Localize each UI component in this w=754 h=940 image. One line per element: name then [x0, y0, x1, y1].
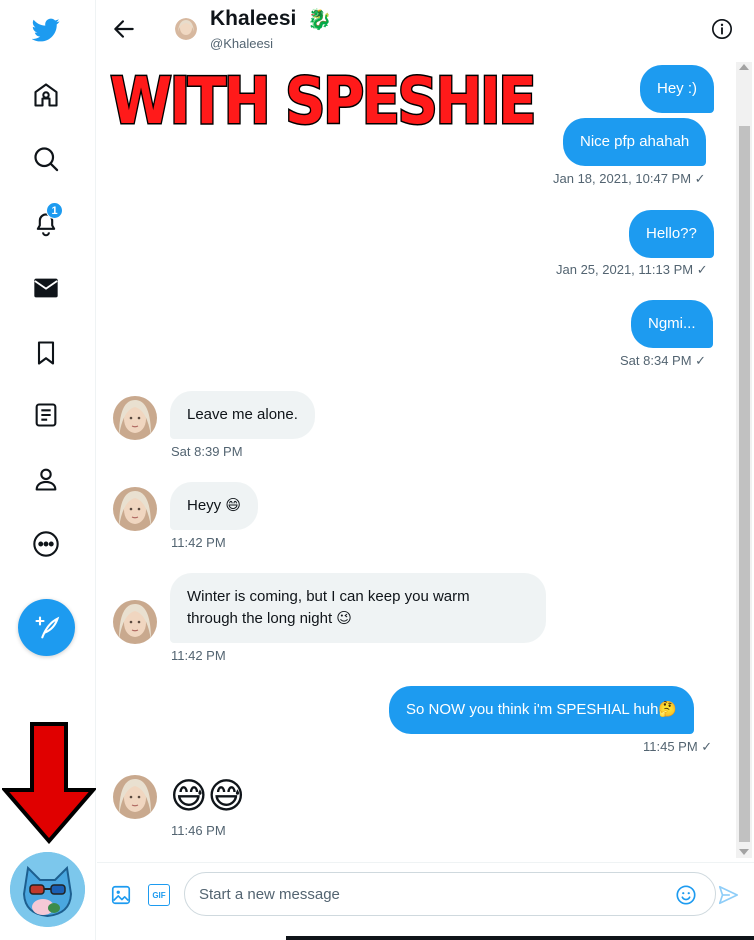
- scrollbar-thumb[interactable]: [739, 126, 750, 842]
- message-bubble-outgoing[interactable]: Ngmi...: [631, 300, 713, 348]
- message-bubble-outgoing[interactable]: So NOW you think i'm SPESHIAL huh🤔: [389, 686, 695, 734]
- profile-icon[interactable]: [23, 456, 69, 502]
- meme-caption: WITH SPESHIE: [109, 64, 538, 141]
- message-bubble-outgoing[interactable]: Hey :): [640, 65, 715, 113]
- image-upload-icon[interactable]: [110, 884, 132, 906]
- message-timestamp: 11:45 PM ✓: [643, 739, 713, 754]
- conversation-header: Khaleesi 🐉 @Khaleesi: [97, 0, 754, 62]
- notifications-icon[interactable]: 1: [23, 200, 69, 246]
- back-arrow-icon[interactable]: [111, 16, 137, 42]
- notification-badge: 1: [46, 202, 63, 219]
- dragon-emoji: 🐉: [307, 9, 332, 31]
- contact-avatar-small[interactable]: [113, 600, 157, 644]
- scroll-up-arrow[interactable]: [739, 64, 749, 70]
- message-timestamp: Jan 25, 2021, 11:13 PM ✓: [556, 262, 708, 277]
- message-timestamp: Jan 18, 2021, 10:47 PM ✓: [553, 171, 706, 186]
- bottom-edge-bar: [286, 936, 754, 940]
- account-avatar[interactable]: [10, 852, 85, 927]
- lists-icon[interactable]: [23, 392, 69, 438]
- contact-avatar[interactable]: [175, 18, 197, 40]
- contact-avatar-small[interactable]: [113, 487, 157, 531]
- contact-avatar-small[interactable]: [113, 396, 157, 440]
- contact-handle: @Khaleesi: [210, 36, 274, 51]
- bookmarks-icon[interactable]: [23, 330, 69, 376]
- compose-tweet-icon: [34, 615, 59, 638]
- emoji-only-message[interactable]: 😅😅: [170, 775, 245, 817]
- message-bubble-incoming[interactable]: Heyy 😄: [170, 482, 258, 530]
- message-input[interactable]: [184, 872, 716, 916]
- twitter-bird-icon[interactable]: [23, 7, 69, 53]
- contact-name: Khaleesi: [210, 7, 297, 30]
- message-timestamp: Sat 8:39 PM: [171, 444, 243, 459]
- message-timestamp: Sat 8:34 PM ✓: [620, 353, 707, 368]
- emoji-picker-icon[interactable]: [675, 884, 697, 906]
- message-timestamp: 11:46 PM: [171, 823, 226, 838]
- contact-avatar-small[interactable]: [113, 775, 157, 819]
- more-icon[interactable]: [23, 521, 69, 567]
- message-bubble-incoming[interactable]: Leave me alone.: [170, 391, 315, 439]
- explore-icon[interactable]: [23, 136, 69, 182]
- scroll-down-arrow[interactable]: [739, 849, 749, 855]
- message-text-line: Winter is coming, but I can keep you war…: [187, 588, 470, 605]
- gif-icon[interactable]: GIF: [148, 884, 170, 906]
- send-icon[interactable]: [717, 884, 739, 906]
- message-bubble-outgoing[interactable]: Hello??: [629, 210, 714, 258]
- message-timestamp: 11:42 PM: [171, 535, 226, 550]
- message-timestamp: 11:42 PM: [171, 648, 226, 663]
- message-bubble-outgoing[interactable]: Nice pfp ahahah: [563, 118, 707, 166]
- info-icon[interactable]: [711, 18, 733, 40]
- red-down-arrow-icon: [2, 722, 96, 844]
- home-icon[interactable]: [23, 72, 69, 118]
- messages-icon[interactable]: [23, 265, 69, 311]
- message-bubble-incoming[interactable]: Winter is coming, but I can keep you war…: [170, 573, 546, 643]
- message-composer: GIF: [97, 862, 754, 940]
- compose-tweet-button[interactable]: [18, 599, 75, 656]
- message-text-line: through the long night 😉: [187, 610, 352, 627]
